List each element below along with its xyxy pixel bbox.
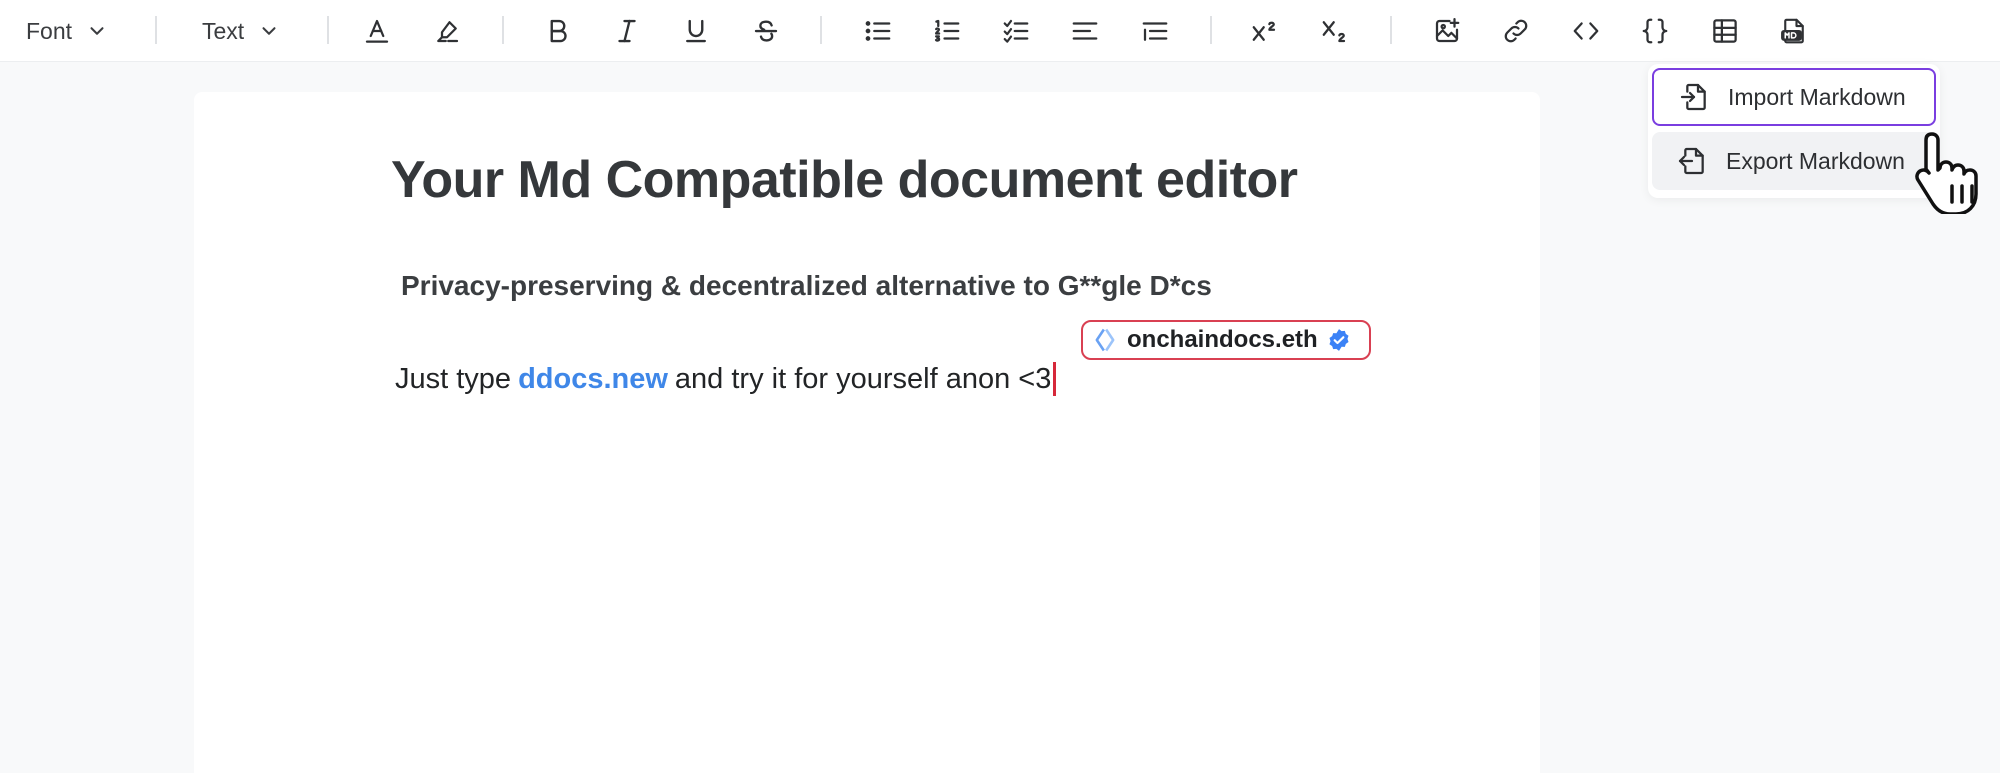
ddocs-link[interactable]: ddocs.new	[518, 363, 668, 396]
code-block-button[interactable]	[1633, 10, 1677, 52]
image-add-icon	[1435, 18, 1460, 43]
strikethrough-button[interactable]	[744, 10, 788, 52]
inline-code-button[interactable]	[1564, 10, 1608, 52]
text-caret	[1053, 362, 1057, 396]
document-subheading[interactable]: Privacy-preserving & decentralized alter…	[401, 270, 1212, 302]
toolbar-divider	[502, 16, 504, 44]
link-icon	[1504, 19, 1528, 43]
font-dropdown-label: Font	[26, 17, 73, 44]
code-icon	[1573, 22, 1599, 40]
text-style-dropdown[interactable]: Text	[202, 10, 280, 52]
underline-button[interactable]	[674, 10, 718, 52]
document-paragraph[interactable]: Just type ddocs.new and try it for yours…	[395, 362, 1057, 396]
collaborator-name: onchaindocs.eth	[1127, 326, 1318, 353]
document-heading[interactable]: Your Md Compatible document editor	[391, 150, 1298, 210]
insert-table-button[interactable]	[1703, 10, 1747, 52]
export-markdown-label: Export Markdown	[1726, 147, 1905, 174]
paragraph-text-start: Just type	[395, 362, 512, 395]
indent-button[interactable]	[1133, 10, 1177, 52]
file-import-icon	[1680, 83, 1706, 111]
markdown-file-icon	[1781, 18, 1804, 44]
align-left-icon	[1072, 22, 1098, 40]
bullet-list-button[interactable]	[856, 10, 900, 52]
file-export-icon	[1678, 147, 1704, 175]
chevron-down-icon	[262, 27, 276, 35]
text-style-dropdown-label: Text	[202, 17, 245, 44]
italic-icon	[618, 19, 636, 43]
verified-badge-icon	[1329, 329, 1349, 351]
braces-icon	[1642, 18, 1668, 44]
align-button[interactable]	[1063, 10, 1107, 52]
import-markdown-item[interactable]: Import Markdown	[1652, 68, 1936, 126]
indent-icon	[1142, 22, 1168, 41]
hand-pointer-cursor-icon	[1915, 132, 1978, 214]
toolbar-divider	[820, 16, 822, 44]
insert-link-button[interactable]	[1494, 10, 1538, 52]
text-color-button[interactable]	[355, 10, 399, 52]
highlighter-icon	[437, 21, 459, 43]
ens-logo-icon	[1095, 328, 1115, 352]
bullet-list-icon	[865, 21, 891, 41]
collaborator-cursor-tag: onchaindocs.eth	[1081, 320, 1371, 360]
bold-icon	[550, 19, 567, 43]
numbered-list-button[interactable]	[925, 10, 969, 52]
underline-icon	[686, 19, 706, 43]
highlight-button[interactable]	[425, 10, 469, 52]
toolbar-divider	[1210, 16, 1212, 44]
bold-button[interactable]	[536, 10, 580, 52]
text-color-icon	[365, 19, 389, 43]
superscript-icon	[1252, 21, 1276, 41]
font-dropdown[interactable]: Font	[26, 10, 108, 52]
subscript-button[interactable]	[1313, 10, 1357, 52]
toolbar-divider	[1390, 16, 1392, 44]
task-list-button[interactable]	[994, 10, 1038, 52]
italic-button[interactable]	[605, 10, 649, 52]
markdown-button[interactable]	[1772, 10, 1816, 52]
superscript-button[interactable]	[1243, 10, 1287, 52]
subscript-icon	[1322, 21, 1346, 43]
toolbar-divider	[327, 16, 329, 44]
paragraph-text-end: and try it for yourself anon <3	[674, 362, 1052, 395]
table-icon	[1713, 19, 1737, 43]
toolbar-divider	[155, 16, 157, 44]
numbered-list-icon	[934, 19, 960, 42]
editor-toolbar: Font Text	[0, 0, 2000, 62]
checklist-icon	[1003, 19, 1029, 43]
strikethrough-icon	[754, 20, 778, 42]
import-markdown-label: Import Markdown	[1728, 83, 1906, 110]
export-markdown-item[interactable]: Export Markdown	[1652, 132, 1936, 190]
chevron-down-icon	[90, 27, 104, 35]
insert-image-button[interactable]	[1425, 10, 1469, 52]
markdown-dropdown-menu: Import Markdown Export Markdown	[1648, 64, 1940, 198]
